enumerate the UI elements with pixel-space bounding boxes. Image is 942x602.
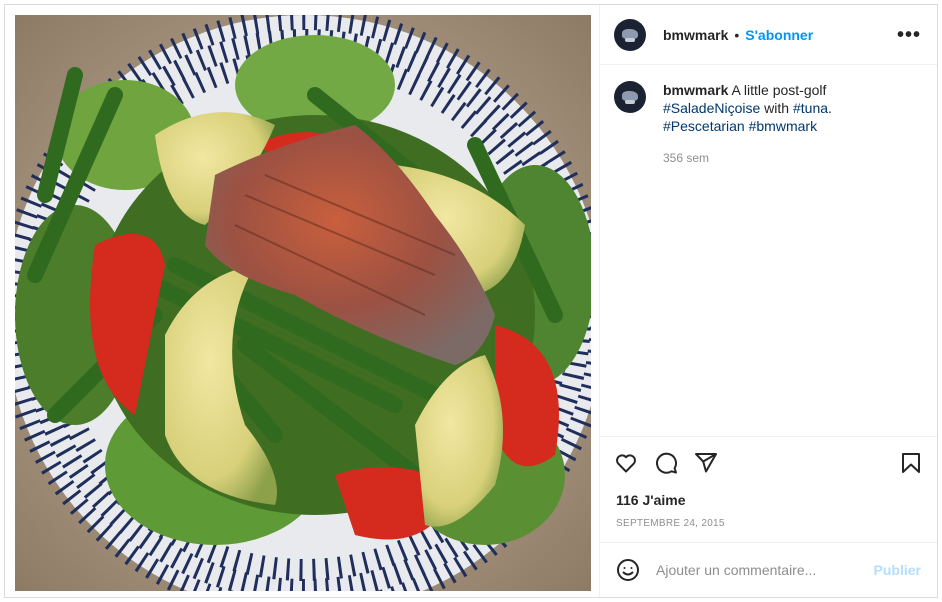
hashtag-salade-nicoise[interactable]: #SaladeNiçoise — [663, 100, 760, 116]
salad-photo-illustration — [15, 15, 591, 591]
comment-icon[interactable] — [654, 451, 678, 475]
comment-input[interactable] — [656, 562, 874, 578]
more-horizontal-icon[interactable]: ••• — [897, 25, 921, 45]
send-icon[interactable] — [694, 451, 718, 475]
action-bar — [600, 436, 937, 488]
caption-text-2: with — [760, 100, 793, 116]
caption-body: bmwmark A little post-golf #SaladeNiçois… — [663, 81, 832, 167]
author-username[interactable]: bmwmark — [663, 27, 728, 43]
post-sidebar: bmwmark • S'abonner ••• bmwmark A little… — [599, 5, 937, 597]
post-photo-container — [5, 5, 599, 597]
follow-button[interactable]: S'abonner — [745, 27, 813, 43]
hashtag-pescetarian[interactable]: #Pescetarian — [663, 118, 745, 134]
comment-bar: Publier — [600, 542, 937, 597]
header-separator: • — [734, 26, 740, 43]
caption-text-3: . — [828, 100, 832, 116]
emoji-icon[interactable] — [616, 558, 640, 582]
hashtag-tuna[interactable]: #tuna — [793, 100, 828, 116]
post-caption: bmwmark A little post-golf #SaladeNiçois… — [614, 81, 923, 167]
caption-area: bmwmark A little post-golf #SaladeNiçois… — [600, 65, 937, 436]
heart-icon[interactable] — [614, 451, 638, 475]
likes-count[interactable]: 116 J'aime — [600, 488, 937, 510]
post-date: SEPTEMBRE 24, 2015 — [616, 518, 725, 529]
post-dialog: bmwmark • S'abonner ••• bmwmark A little… — [4, 4, 938, 598]
caption-avatar[interactable] — [614, 81, 646, 113]
bookmark-icon[interactable] — [899, 451, 923, 475]
post-header: bmwmark • S'abonner ••• — [600, 5, 937, 65]
post-photo[interactable] — [15, 15, 591, 591]
caption-username[interactable]: bmwmark — [663, 82, 728, 98]
publish-button[interactable]: Publier — [874, 562, 921, 578]
author-avatar[interactable] — [614, 18, 646, 51]
caption-time[interactable]: 356 sem — [663, 149, 832, 167]
hashtag-bmwmark[interactable]: #bmwmark — [749, 118, 817, 134]
caption-text-1: A little post-golf — [728, 82, 827, 98]
